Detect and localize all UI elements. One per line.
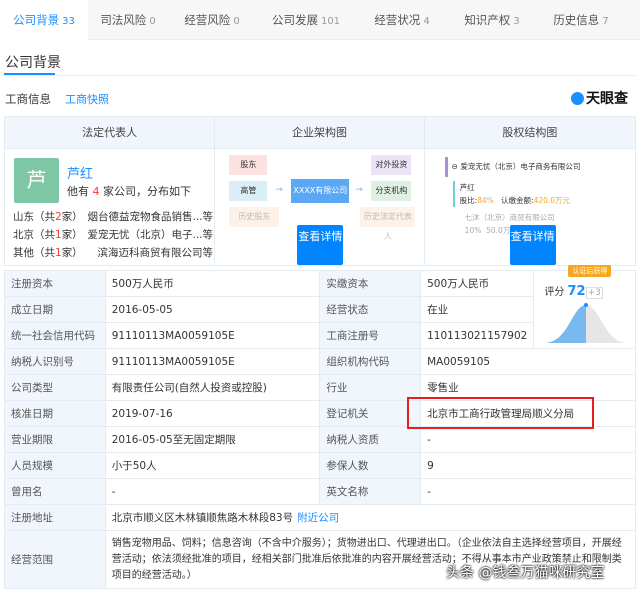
tab-ip[interactable]: 知识产权 3 [448,0,536,40]
field-value: 91110113MA0059105E [104,348,321,375]
card-header: 股权结构图 [424,117,635,149]
history-shareholder-box: 历史股东 [229,207,280,227]
branch-box: 分支机构 [371,181,412,201]
field-value: 2016-05-05至无固定期限 [104,426,321,453]
field-value: 91110113MA0059105E [104,322,321,349]
tianyancha-logo: 天眼查 [571,88,628,108]
field-label: 营业期限 [4,426,106,453]
view-structure-button[interactable]: 查看详情 [297,225,344,265]
field-label: 经营状态 [319,296,422,323]
arrow-icon: → [355,185,363,195]
history-legal-box: 历史法定代表人 [360,207,416,241]
subtab-business-info[interactable]: 工商信息 [5,91,51,107]
divider [4,75,636,76]
field-value: - [420,478,636,505]
field-label: 纳税人识别号 [4,348,106,375]
field-label: 人员规模 [4,452,106,479]
field-label: 组织机构代码 [319,348,422,375]
legal-rep-card: 法定代表人 芦 芦红 他有 4 家公司，分布如下 山东（共2家） 烟台德益宠物食品… [5,117,216,265]
field-label: 公司类型 [4,374,106,401]
field-value: 110113021157902 [420,322,535,349]
region-row[interactable]: 北京（共1家） 爱宠无忧（北京）电子...等 [13,227,213,242]
region-row[interactable]: 山东（共2家） 烟台德益宠物食品销售...等 [13,209,213,224]
field-label: 经营范围 [4,530,106,589]
field-label: 实缴资本 [319,270,422,297]
field-value: MA0059105 [420,348,636,375]
field-value: 在业 [420,296,535,323]
tab-business-risk[interactable]: 经营风险 0 [168,0,256,40]
equity-shareholder[interactable]: 芦红 股比:84% 认缴金额:420.0万元 [452,181,570,207]
field-value: - [420,426,636,453]
score-panel[interactable]: 认证后获得 评分 72 +3 [533,265,636,349]
tab-operations[interactable]: 经营状况 4 [356,0,448,40]
field-value: 500万人民币 [420,270,535,297]
arrow-icon: → [275,185,283,195]
field-label: 纳税人资质 [319,426,422,453]
legal-rep-name[interactable]: 芦红 [67,163,93,182]
field-label: 统一社会信用代码 [4,322,106,349]
investment-box: 对外投资 [371,155,412,175]
tab-bar: 公司背景 33 司法风险 0 经营风险 0 公司发展 101 经营状况 4 知识产权 3 历… [0,0,640,40]
field-label: 行业 [319,374,422,401]
score-distribution-chart [544,303,629,343]
field-value: 2019-07-16 [104,400,321,427]
nearby-companies-link[interactable]: 附近公司 [297,512,339,524]
region-row[interactable]: 其他（共1家） 滨海迈科商贸有限公司等 [13,245,213,260]
legal-rep-desc: 他有 4 家公司，分布如下 [67,185,191,198]
score-badge: 认证后获得 [568,265,612,277]
company-box: XXXX有限公司 [291,179,350,203]
card-header: 法定代表人 [5,117,215,149]
tab-legal-risk[interactable]: 司法风险 0 [88,0,168,40]
field-value: 2016-05-05 [104,296,321,323]
exec-box: 高管 [229,181,268,201]
avatar: 芦 [14,158,59,203]
field-label: 注册地址 [4,504,106,531]
field-label: 成立日期 [4,296,106,323]
field-label: 登记机关 [319,400,422,427]
subtab-snapshot-link[interactable]: 工商快照 [65,91,109,107]
field-label: 英文名称 [319,478,422,505]
field-label: 核准日期 [4,400,106,427]
tab-history[interactable]: 历史信息 7 [536,0,626,40]
shareholder-box: 股东 [229,155,268,175]
watermark: 头条 @钱叁万猫咪研究室 [446,565,605,581]
field-value: - [104,478,321,505]
field-label: 曾用名 [4,478,106,505]
field-value: 小于50人 [104,452,321,479]
tab-company-background[interactable]: 公司背景 33 [0,0,88,40]
field-value: 9 [420,452,636,479]
equity-card: 股权结构图 ⊖ 爱宠无忧（北京）电子商务有限公司 芦红 股比:84% 认缴金额:4… [424,117,635,265]
highlight-box [407,397,594,429]
field-value: 有限责任公司(自然人投资或控股) [104,374,321,401]
field-value: 500万人民币 [104,270,321,297]
tab-development[interactable]: 公司发展 101 [256,0,356,40]
field-label: 注册资本 [4,270,106,297]
section-title: 公司背景 [5,55,61,71]
logo-icon [571,91,584,105]
business-info-table: 注册资本 500万人民币 实缴资本 500万人民币 认证后获得 评分 72 +3 成立日… [4,265,637,589]
card-header: 企业架构图 [215,117,424,149]
field-value: 北京市顺义区木林镇顺焦路木林段83号 附近公司 [104,504,637,531]
field-label: 工商注册号 [319,322,422,349]
view-equity-button[interactable]: 查看详情 [509,225,556,265]
field-label: 参保人数 [319,452,422,479]
equity-company[interactable]: ⊖ 爱宠无忧（北京）电子商务有限公司 [444,157,625,177]
overview-cards: 法定代表人 芦 芦红 他有 4 家公司，分布如下 山东（共2家） 烟台德益宠物食品… [4,116,636,266]
structure-card: 企业架构图 股东 高管 历史股东 → XXXX有限公司 → 对外投资 分支机构 … [215,117,425,265]
